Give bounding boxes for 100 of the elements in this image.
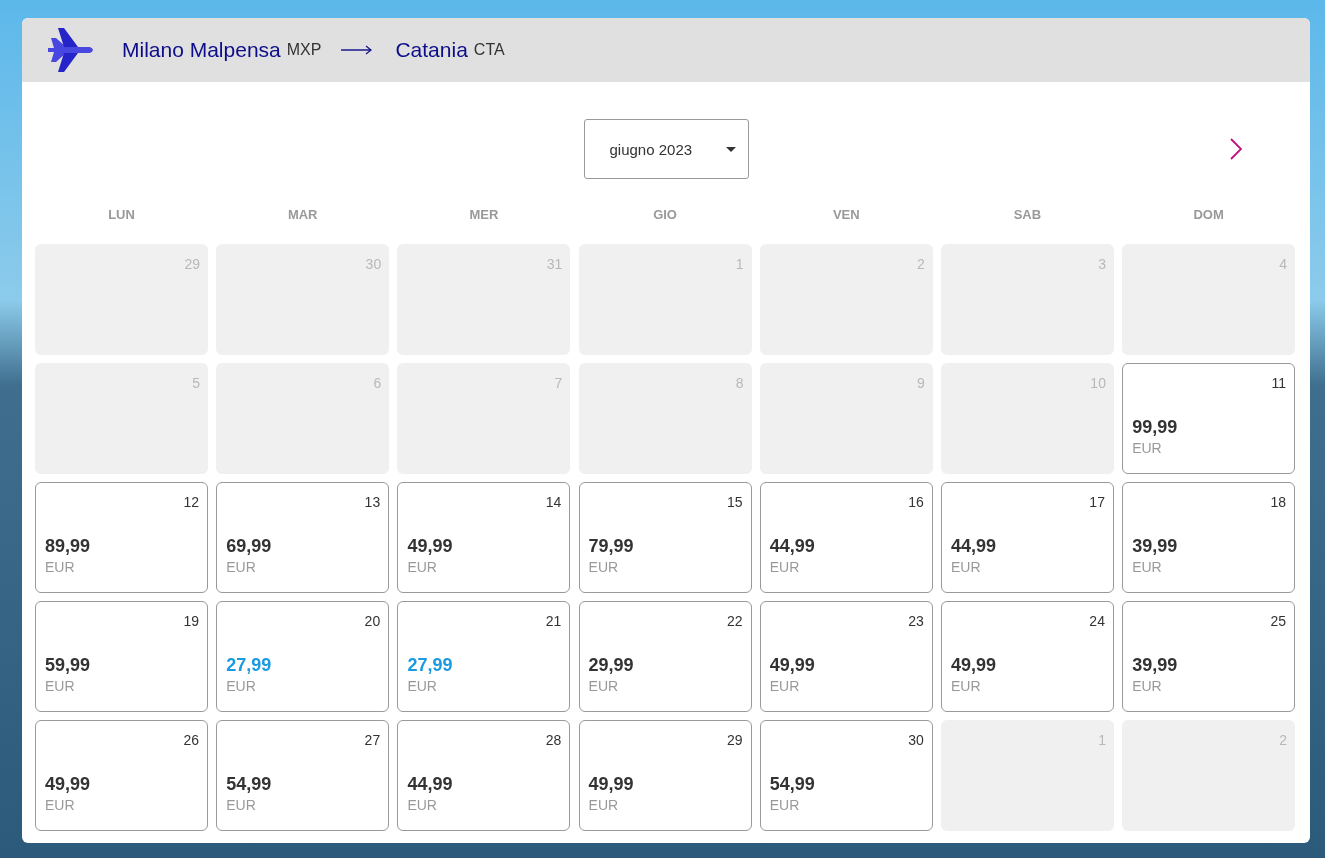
price-text: 49,99 [407, 536, 454, 557]
weekday-label: DOM [1192, 207, 1225, 224]
day-number: 24 [1089, 613, 1105, 629]
day-number: 17 [1089, 494, 1105, 510]
destination-city: Catania [395, 38, 468, 62]
price-text: 59,99 [45, 655, 92, 676]
day-cell[interactable]: 29 49,99 EUR [578, 720, 752, 831]
price-text: 49,99 [588, 774, 635, 795]
price-text: 54,99 [769, 774, 816, 795]
price-text: 79,99 [588, 536, 635, 557]
airplane-icon [46, 26, 96, 74]
day-number: 23 [908, 613, 924, 629]
day-number: 26 [183, 732, 199, 748]
day-number: 18 [1270, 494, 1287, 510]
day-number: 28 [545, 732, 562, 748]
day-cell[interactable]: 18 39,99 EUR [1122, 482, 1296, 593]
day-cell[interactable]: 16 44,99 EUR [759, 482, 933, 593]
price-text: 49,99 [45, 774, 92, 795]
day-number: 29 [727, 732, 743, 748]
currency-text: EUR [226, 559, 257, 575]
day-number: 13 [364, 494, 381, 510]
day-number: 20 [364, 613, 381, 629]
currency-text: EUR [950, 559, 982, 575]
currency-text: EUR [950, 678, 982, 694]
currency-text: EUR [1132, 440, 1163, 456]
day-cell[interactable]: 11 99,99 EUR [1122, 363, 1296, 474]
day-number: 12 [183, 494, 199, 510]
currency-text: EUR [407, 678, 438, 694]
day-number: 29 [184, 256, 200, 272]
weekday-label: MAR [286, 207, 319, 224]
currency-text: EUR [588, 797, 620, 813]
day-number: 2 [1279, 732, 1288, 748]
currency-text: EUR [1132, 678, 1163, 694]
day-cell[interactable]: 21 27,99 EUR [397, 601, 571, 712]
currency-text: EUR [769, 678, 801, 694]
currency-text: EUR [226, 678, 257, 694]
day-number: 10 [1090, 375, 1106, 391]
price-text: 29,99 [588, 655, 635, 676]
day-number: 14 [545, 494, 562, 510]
day-cell[interactable]: 22 29,99 EUR [578, 601, 752, 712]
day-cell[interactable]: 17 44,99 EUR [940, 482, 1114, 593]
day-number: 3 [1098, 256, 1106, 272]
day-number: 1 [1098, 732, 1106, 748]
price-text: 44,99 [950, 536, 997, 557]
weekday-label: LUN [107, 207, 136, 224]
day-number: 4 [1279, 256, 1288, 272]
day-number: 6 [373, 375, 382, 391]
price-text: 49,99 [950, 655, 997, 676]
currency-text: EUR [45, 797, 76, 813]
day-number: 11 [1271, 375, 1287, 391]
origin-code: MXP [286, 41, 322, 59]
day-cell[interactable]: 15 79,99 EUR [578, 482, 752, 593]
day-cell[interactable]: 25 39,99 EUR [1122, 601, 1296, 712]
price-text: 99,99 [1132, 417, 1179, 438]
day-number: 31 [546, 256, 563, 272]
day-cell[interactable]: 26 49,99 EUR [35, 720, 208, 831]
day-cell[interactable]: 12 89,99 EUR [35, 482, 208, 593]
origin-city: Milano Malpensa [122, 38, 281, 62]
day-number: 7 [554, 375, 563, 391]
price-text: 44,99 [769, 536, 816, 557]
day-cell[interactable]: 14 49,99 EUR [397, 482, 571, 593]
currency-text: EUR [226, 797, 257, 813]
day-cell[interactable]: 13 69,99 EUR [216, 482, 390, 593]
day-cell[interactable]: 28 44,99 EUR [397, 720, 571, 831]
day-number: 30 [908, 732, 924, 748]
day-cell[interactable]: 19 59,99 EUR [35, 601, 208, 712]
currency-text: EUR [407, 559, 438, 575]
currency-text: EUR [588, 559, 620, 575]
destination-code: CTA [473, 41, 505, 59]
day-cell[interactable]: 27 54,99 EUR [216, 720, 390, 831]
currency-text: EUR [407, 797, 438, 813]
day-cell[interactable]: 23 49,99 EUR [759, 601, 933, 712]
day-cell[interactable]: 24 49,99 EUR [940, 601, 1114, 712]
day-number: 9 [916, 375, 925, 391]
price-text: 54,99 [226, 774, 273, 795]
weekday-label: VEN [831, 207, 861, 224]
day-cell[interactable]: 20 27,99 EUR [216, 601, 390, 712]
price-text: 39,99 [1132, 536, 1179, 557]
day-number: 22 [727, 613, 743, 629]
price-text: 39,99 [1132, 655, 1179, 676]
price-text: 44,99 [407, 774, 454, 795]
currency-text: EUR [45, 678, 76, 694]
day-number: 30 [365, 256, 382, 272]
day-number: 5 [192, 375, 200, 391]
price-text: 49,99 [769, 655, 816, 676]
currency-text: EUR [588, 678, 620, 694]
next-month-icon[interactable] [1230, 138, 1242, 160]
currency-text: EUR [769, 559, 801, 575]
day-number: 8 [735, 375, 744, 391]
weekday-label: MER [468, 207, 500, 224]
month-dropdown[interactable]: giugno 2023 [583, 119, 749, 179]
day-number: 27 [364, 732, 381, 748]
day-number: 21 [545, 613, 562, 629]
day-cell[interactable]: 30 54,99 EUR [759, 720, 933, 831]
price-text: 89,99 [45, 536, 92, 557]
weekday-label: GIO [652, 207, 678, 224]
day-number: 16 [908, 494, 924, 510]
day-number: 15 [727, 494, 743, 510]
currency-text: EUR [1132, 559, 1163, 575]
currency-text: EUR [45, 559, 76, 575]
